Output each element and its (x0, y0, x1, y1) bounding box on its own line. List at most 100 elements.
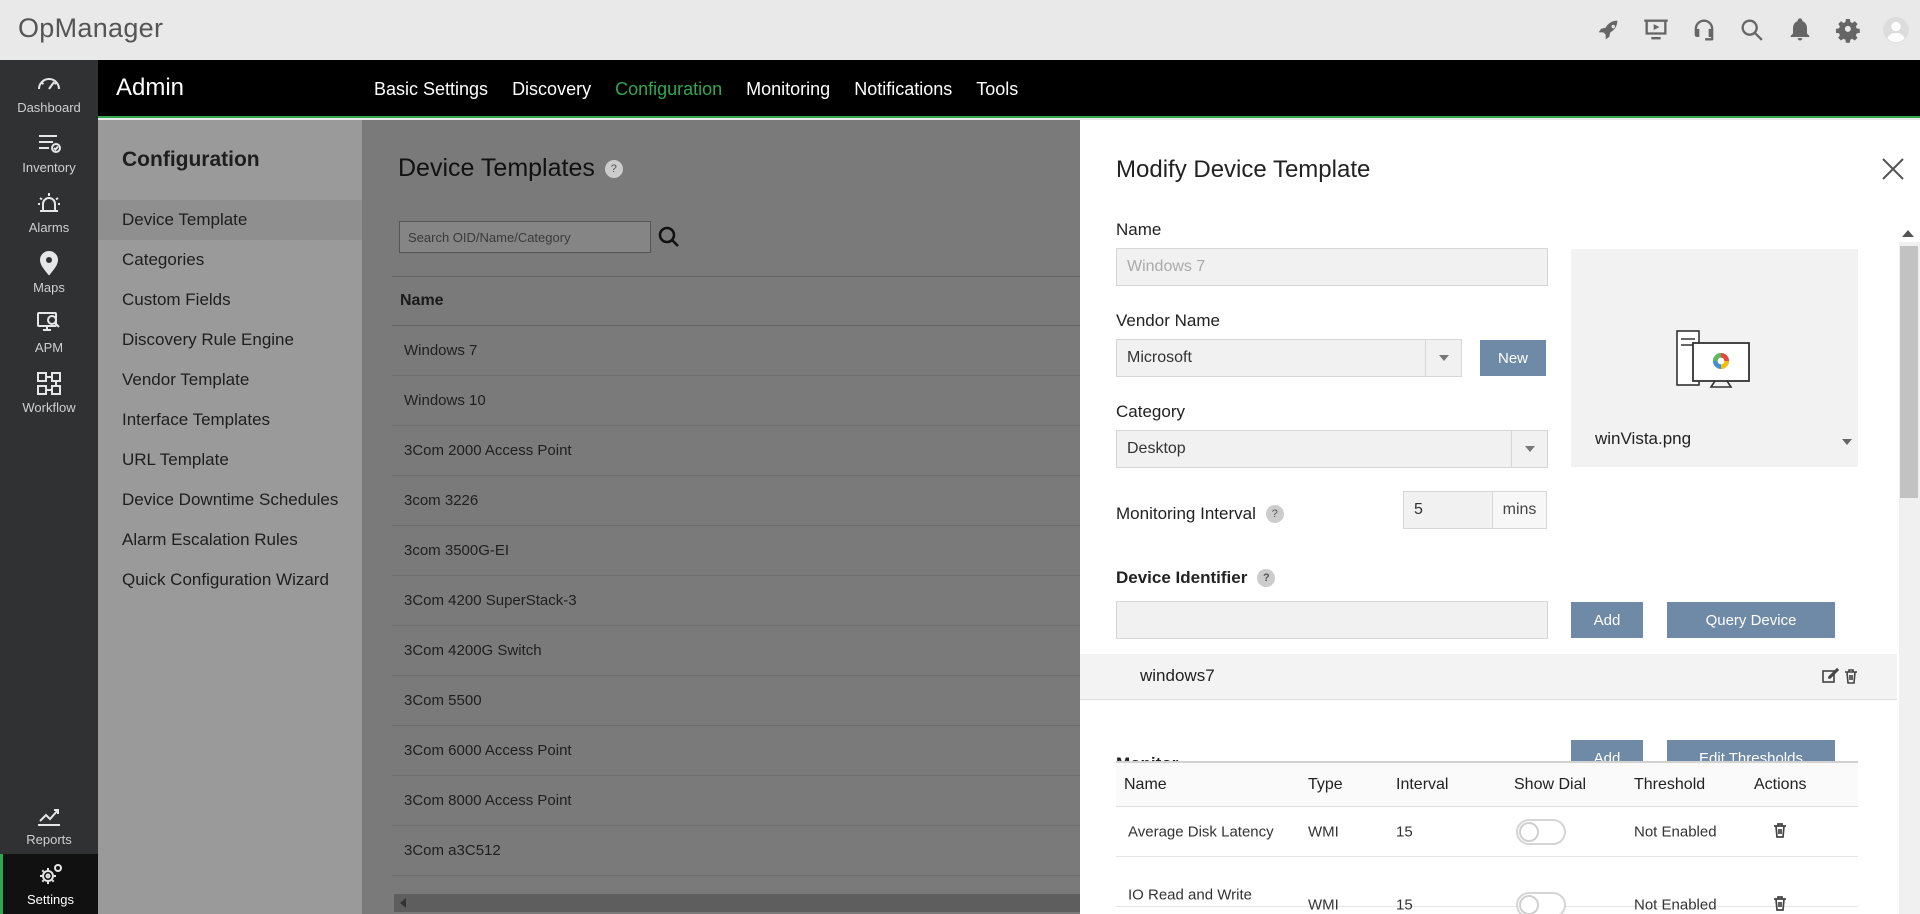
table-row[interactable]: 3Com 2000 Access Point (392, 426, 1080, 476)
menu-monitoring[interactable]: Monitoring (746, 79, 830, 100)
nav-dashboard[interactable]: Dashboard (0, 62, 98, 122)
config-item-custom-fields[interactable]: Custom Fields (98, 280, 362, 320)
monitor-interval: 15 (1396, 896, 1413, 914)
table-row[interactable]: 3Com a3C512 (392, 826, 1080, 876)
close-button[interactable] (1880, 156, 1906, 182)
desktop-computer-icon (1676, 330, 1750, 388)
nav-reports[interactable]: Reports (0, 794, 98, 854)
config-item-vendor-template[interactable]: Vendor Template (98, 360, 362, 400)
vendor-name-select[interactable]: Microsoft (1116, 339, 1462, 377)
menu-discovery[interactable]: Discovery (512, 79, 591, 100)
scroll-left-icon[interactable] (400, 898, 406, 908)
table-row[interactable]: Windows 10 (392, 376, 1080, 426)
menu-tools[interactable]: Tools (976, 79, 1018, 100)
help-icon[interactable]: ? (1265, 505, 1284, 523)
nav-workflow[interactable]: Workflow (0, 362, 98, 422)
scroll-up-icon[interactable] (1902, 230, 1914, 237)
add-identifier-button[interactable]: Add (1571, 602, 1643, 638)
trash-icon[interactable] (1772, 821, 1788, 843)
menu-basic-settings[interactable]: Basic Settings (374, 79, 488, 100)
table-row[interactable]: 3com 3500G-EI (392, 526, 1080, 576)
close-icon (1882, 158, 1904, 180)
chevron-down-icon[interactable] (1511, 431, 1547, 467)
help-icon[interactable]: ? (1257, 569, 1276, 587)
chevron-down-icon[interactable] (1842, 439, 1852, 445)
nav-inventory-label: Inventory (22, 160, 76, 175)
category-select[interactable]: Desktop (1116, 430, 1548, 468)
nav-settings[interactable]: Settings (0, 854, 98, 914)
col-show-dial[interactable]: Show Dial (1514, 776, 1586, 794)
user-avatar-icon[interactable] (1872, 0, 1920, 60)
headset-icon[interactable] (1680, 0, 1728, 60)
config-item-quick-configuration-wizard[interactable]: Quick Configuration Wizard (98, 560, 362, 600)
monitor-interval: 15 (1396, 823, 1413, 840)
device-identifier-input[interactable] (1116, 601, 1548, 639)
config-item-url-template[interactable]: URL Template (98, 440, 362, 480)
col-interval[interactable]: Interval (1396, 776, 1448, 794)
table-row[interactable]: Windows 7 (392, 326, 1080, 376)
nav-alarms-label: Alarms (28, 220, 70, 235)
gear-icon[interactable] (1824, 0, 1872, 60)
monitor-type: WMI (1308, 823, 1339, 840)
config-item-interface-templates[interactable]: Interface Templates (98, 400, 362, 440)
query-device-button[interactable]: Query Device (1667, 602, 1835, 638)
col-threshold[interactable]: Threshold (1634, 776, 1705, 794)
vertical-scrollbar[interactable] (1897, 226, 1920, 914)
monitoring-interval-label: Monitoring Interval ? (1116, 504, 1284, 524)
top-bar: OpManager (0, 0, 1920, 60)
menu-configuration[interactable]: Configuration (615, 79, 722, 100)
name-label: Name (1116, 220, 1162, 239)
workflow-icon (37, 372, 61, 395)
table-row[interactable]: 3Com 5500 (392, 676, 1080, 726)
config-item-alarm-escalation-rules[interactable]: Alarm Escalation Rules (98, 520, 362, 560)
menu-notifications[interactable]: Notifications (854, 79, 952, 100)
table-header-name[interactable]: Name (392, 276, 1080, 326)
scrollbar-thumb[interactable] (1900, 246, 1918, 498)
nav-apm[interactable]: APM (0, 302, 98, 362)
category-value: Desktop (1127, 440, 1186, 457)
nav-maps[interactable]: Maps (0, 242, 98, 302)
category-label: Category (1116, 402, 1185, 421)
col-name[interactable]: Name (1124, 776, 1167, 794)
search-icon[interactable] (657, 225, 681, 249)
nav-inventory[interactable]: Inventory (0, 122, 98, 182)
config-item-discovery-rule-engine[interactable]: Discovery Rule Engine (98, 320, 362, 360)
config-item-device-template[interactable]: Device Template (98, 200, 362, 240)
show-dial-toggle[interactable] (1516, 892, 1566, 914)
top-icon-bar (1584, 0, 1920, 60)
monitor-threshold: Not Enabled (1634, 823, 1717, 840)
col-type[interactable]: Type (1308, 776, 1343, 794)
name-field[interactable]: Windows 7 (1116, 248, 1548, 286)
help-icon[interactable]: ? (604, 159, 623, 178)
search-icon[interactable] (1728, 0, 1776, 60)
trash-icon[interactable] (1772, 894, 1788, 914)
presentation-icon[interactable] (1632, 0, 1680, 60)
monitoring-interval-input[interactable]: 5 (1403, 491, 1493, 529)
config-item-categories[interactable]: Categories (98, 240, 362, 280)
chevron-down-icon[interactable] (1425, 340, 1461, 376)
device-image-name: winVista.png (1595, 429, 1692, 448)
horizontal-scrollbar[interactable] (394, 894, 1080, 912)
identifier-value: windows7 (1140, 666, 1215, 685)
monitoring-interval-unit: mins (1493, 491, 1547, 529)
show-dial-toggle[interactable] (1516, 818, 1566, 845)
new-vendor-button[interactable]: New (1480, 340, 1546, 376)
nav-maps-label: Maps (33, 280, 65, 295)
table-row[interactable]: 3Com 6000 Access Point (392, 726, 1080, 776)
table-row[interactable]: 3Com 8000 Access Point (392, 776, 1080, 826)
monitor-table: Name Type Interval Show Dial Threshold A… (1116, 761, 1858, 914)
rocket-icon[interactable] (1584, 0, 1632, 60)
table-row[interactable]: 3com 3226 (392, 476, 1080, 526)
search-bar (399, 221, 681, 253)
trash-icon[interactable] (1842, 667, 1860, 685)
inventory-icon (39, 135, 61, 153)
table-row[interactable]: 3Com 4200 SuperStack-3 (392, 576, 1080, 626)
table-row[interactable]: 3Com 4200G Switch (392, 626, 1080, 676)
nav-alarms[interactable]: Alarms (0, 182, 98, 242)
device-image-box[interactable]: winVista.png (1571, 249, 1858, 467)
bell-icon[interactable] (1776, 0, 1824, 60)
edit-icon[interactable] (1821, 667, 1840, 685)
config-item-device-downtime-schedules[interactable]: Device Downtime Schedules (98, 480, 362, 520)
search-input[interactable] (399, 221, 651, 253)
left-nav: Dashboard Inventory Alarms Maps APM Work… (0, 60, 98, 914)
